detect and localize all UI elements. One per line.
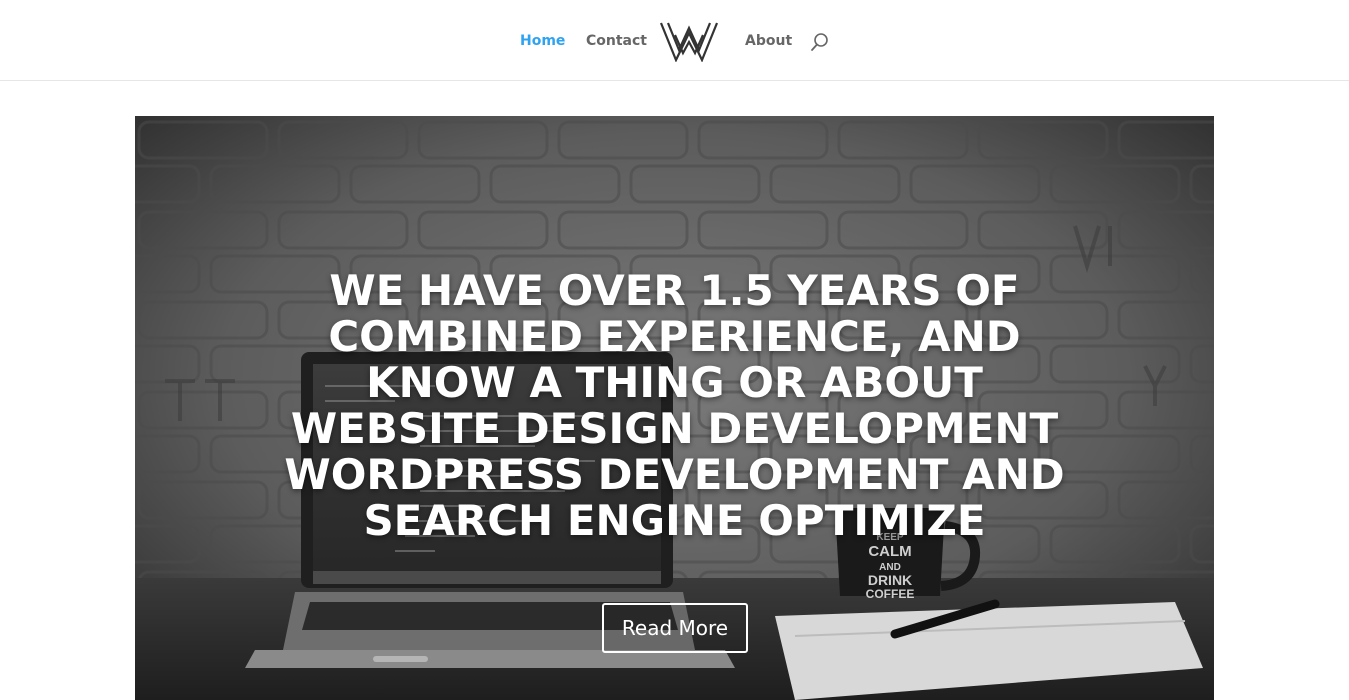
logo-graphic xyxy=(659,22,719,63)
hero-title: WE HAVE OVER 1.5 YEARS OF COMBINED EXPER… xyxy=(284,266,1065,545)
read-more-button[interactable]: Read More xyxy=(602,603,748,653)
mug-text-calm: CALM xyxy=(868,543,911,560)
mug-text-coffee: COFFEE xyxy=(866,587,915,601)
w-monogram-logo[interactable] xyxy=(659,20,719,63)
hero-section: CALM AND DRINK COFFEE KEEP WE HAVE OVER … xyxy=(135,116,1214,700)
search-icon[interactable] xyxy=(809,31,831,53)
nav-contact-link[interactable]: Contact xyxy=(586,31,647,51)
site-header: Home Contact About xyxy=(0,0,1349,81)
nav-about-link[interactable]: About xyxy=(745,31,792,51)
nav-home-link[interactable]: Home xyxy=(520,31,565,51)
mug-text-drink: DRINK xyxy=(868,572,912,588)
